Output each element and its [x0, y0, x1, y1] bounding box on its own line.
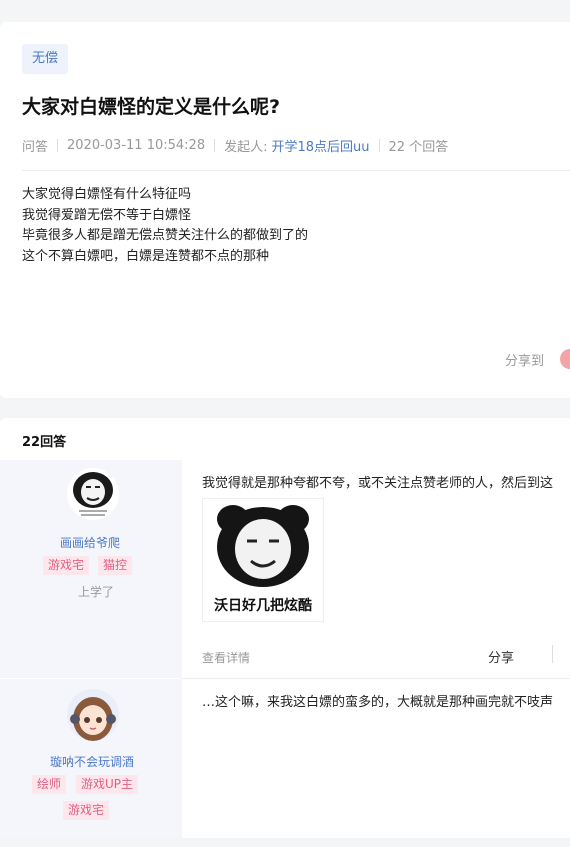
share-to-label: 分享到 — [505, 354, 545, 369]
question-card: 无偿 大家对白嫖怪的定义是什么呢? 问答 2020-03-11 10:54:28… — [0, 22, 570, 398]
meme-caption: 沃日好几把炫酷 — [214, 598, 312, 614]
meme-image: 沃日好几把炫酷 — [202, 498, 324, 622]
share-button[interactable]: 分享 — [488, 647, 514, 666]
meta-divider — [214, 139, 216, 152]
body-line: 大家觉得白嫖怪有什么特征吗 — [22, 187, 192, 202]
body-line: 我觉得爱蹭无偿不等于白嫖怪 — [22, 207, 192, 223]
username[interactable]: 璇呐不会玩调酒 — [50, 753, 134, 770]
row-divider — [182, 678, 570, 679]
username[interactable]: 画画给爷爬 — [60, 534, 120, 551]
user-rank: 上学了 — [78, 585, 115, 599]
type-label: 问答 — [22, 140, 49, 155]
body-line: 毕竟很多人都是蹭无偿点赞关注什么的都做到了的 — [22, 228, 309, 243]
answer-count[interactable]: 22 个回答 — [389, 136, 449, 155]
panda-meme-avatar-icon — [67, 468, 119, 520]
author-prefix: 发起人: — [224, 140, 268, 155]
timestamp: 2020-03-11 10:54:28 — [67, 138, 206, 153]
action-divider — [552, 645, 553, 663]
author-link[interactable]: 开学18点后回uu — [271, 136, 369, 155]
answer-text: 我觉得就是那种夸都不夸，或不关注点赞老师的人，然后到这 — [202, 476, 554, 491]
answer-user-panel: 璇呐不会玩调酒 绘师 游戏UP主 游戏宅 — [0, 679, 182, 838]
answer-user-panel: 画画给爷爬 游戏宅 猫控 上学了 — [0, 460, 182, 678]
user-badge: 游戏UP主 — [76, 775, 139, 794]
question-meta: 问答 2020-03-11 10:54:28 发起人: 开学18点后回uu 22… — [22, 136, 448, 155]
answer-text: …这个嘛，来我这白嫖的蛮多的，大概就是那种画完就不吱声 — [202, 695, 554, 710]
avatar[interactable] — [67, 689, 119, 741]
panda-meme-icon — [217, 505, 309, 587]
body-line: 这个不算白嫖吧，白嫖是连赞都不点的那种 — [22, 248, 270, 264]
topic-tag[interactable]: 无偿 — [22, 44, 69, 74]
view-details-link[interactable]: 查看详情 — [202, 649, 250, 666]
question-body: 大家觉得白嫖怪有什么特征吗 我觉得爱蹭无偿不等于白嫖怪 毕竟很多人都是蹭无偿点赞… — [22, 185, 308, 267]
answers-card: 22回答 画画给爷爬 游戏宅 猫控 上学了 我觉得就是那种夸都不夸，或不关注点赞… — [0, 418, 570, 838]
meta-divider — [378, 139, 380, 152]
meta-divider — [57, 139, 59, 152]
user-badge: 猫控 — [98, 556, 133, 575]
anime-girl-avatar-icon — [67, 689, 119, 741]
answers-count-header: 22回答 — [22, 435, 67, 450]
user-badge: 游戏宅 — [63, 801, 110, 820]
user-badge: 绘师 — [32, 775, 67, 794]
divider — [22, 170, 570, 171]
avatar[interactable] — [67, 468, 119, 520]
user-badge: 游戏宅 — [43, 556, 90, 575]
question-title: 大家对白嫖怪的定义是什么呢? — [22, 96, 281, 118]
weibo-share-icon[interactable] — [560, 349, 570, 369]
